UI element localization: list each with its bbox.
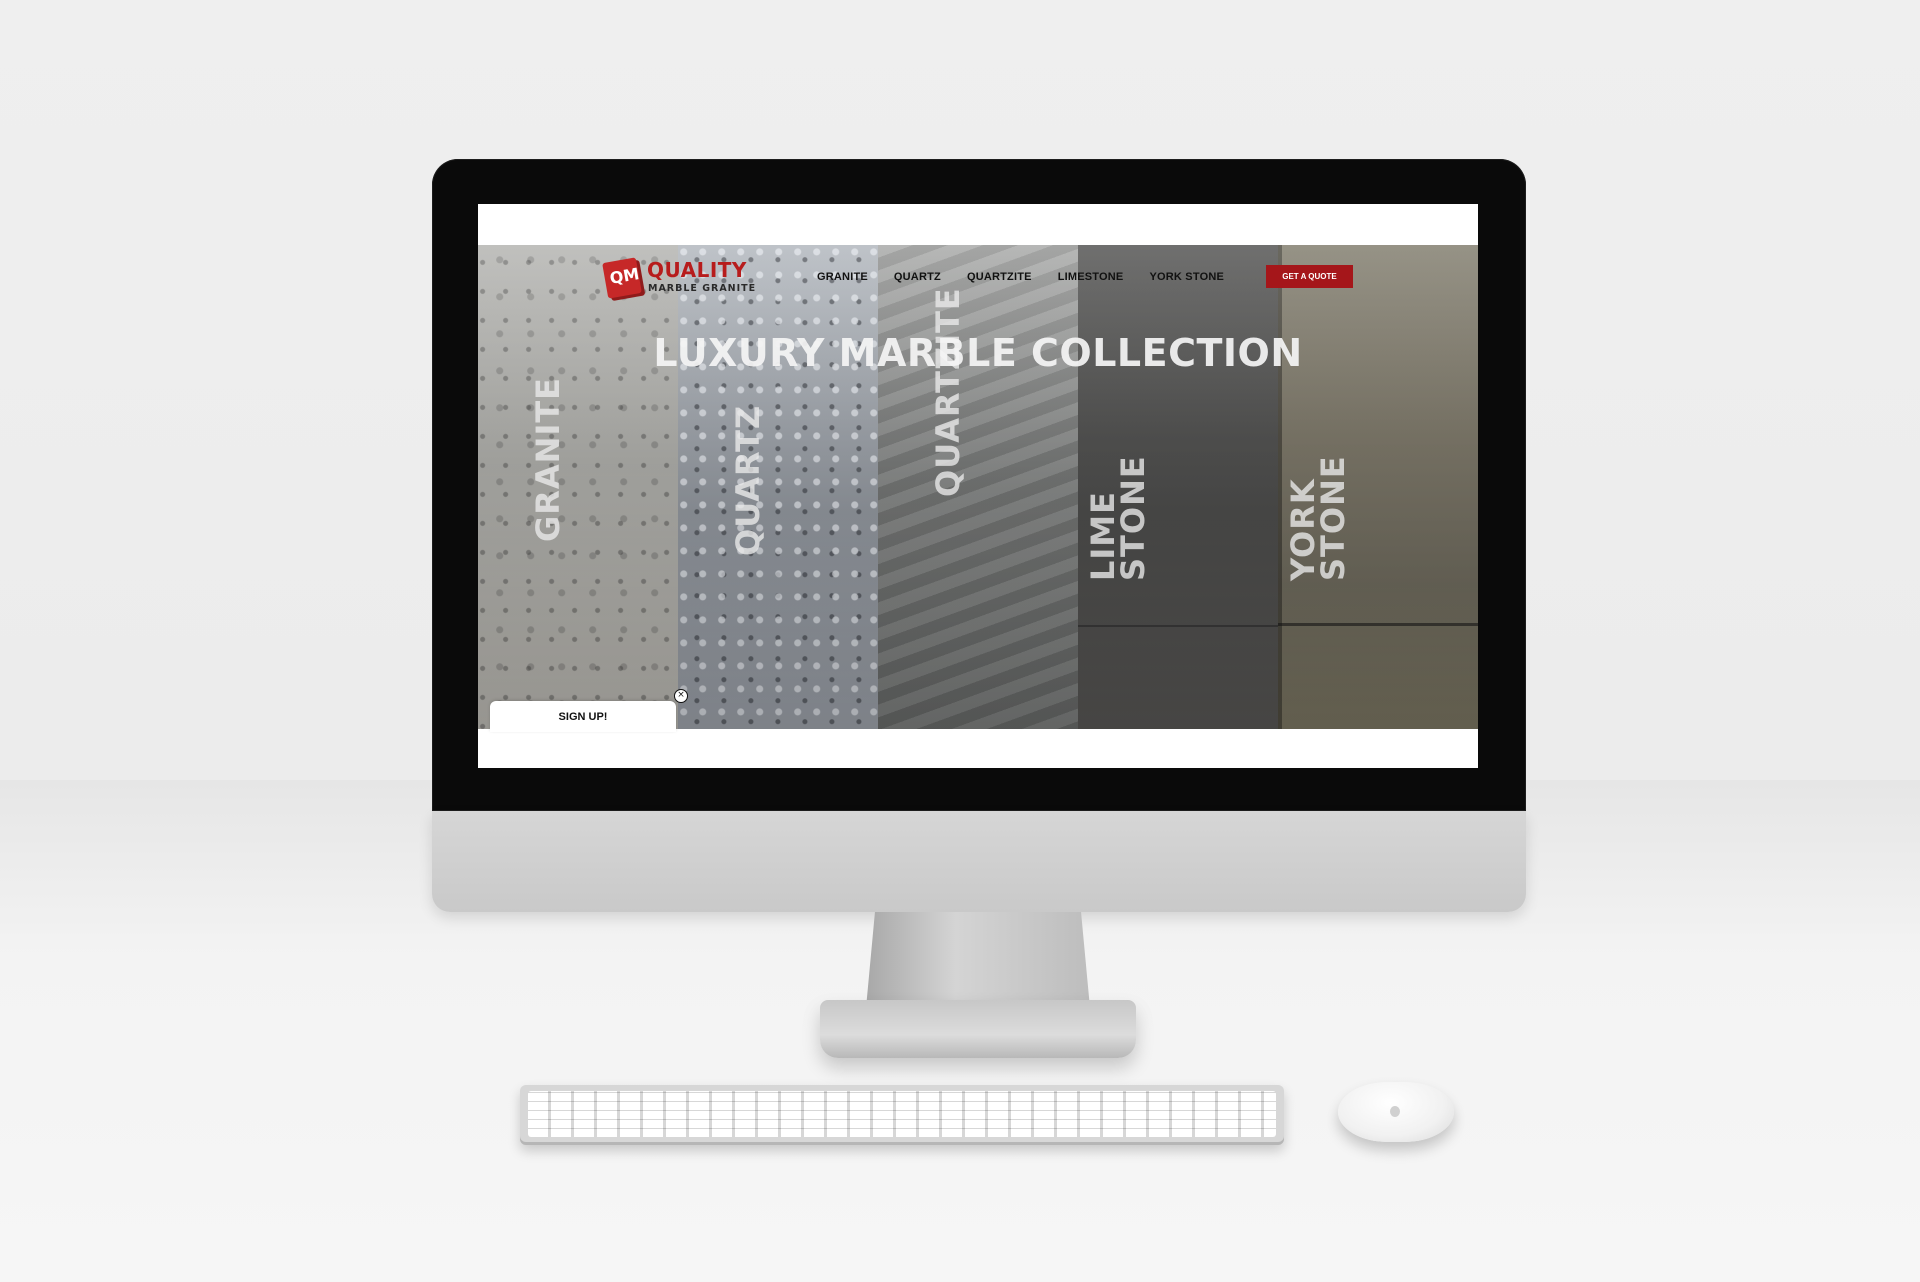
monitor-stand-base [820,1000,1136,1058]
get-a-quote-button[interactable]: GET A QUOTE [1266,265,1353,288]
stone-panels: GRANITE QUARTZ QUARTZITE LIME STONE YORK… [478,245,1478,729]
signup-widget[interactable]: SIGN UP! [490,701,676,732]
panel-label-granite: GRANITE [529,376,567,542]
panel-label-limestone: LIME STONE [1084,455,1152,582]
panel-limestone[interactable]: LIME STONE [1078,245,1278,729]
close-icon[interactable]: × [674,689,688,703]
signup-label: SIGN UP! [558,710,608,723]
nav-limestone[interactable]: LIMESTONE [1058,271,1124,283]
logo-mark-text: QM [608,264,641,288]
keyboard [520,1085,1284,1145]
nav-quartz[interactable]: QUARTZ [894,271,941,283]
panel-label-quartz: QUARTZ [729,404,767,556]
monitor-stand-neck [866,912,1090,1008]
panel-york-stone[interactable]: YORK STONE [1278,245,1478,729]
nav-york-stone[interactable]: YORK STONE [1149,271,1224,283]
nav-quartzite[interactable]: QUARTZITE [967,271,1032,283]
panel-label-quartzite: QUARTZITE [929,287,967,498]
monitor-bezel: GRANITE QUARTZ QUARTZITE LIME STONE YORK… [432,159,1526,811]
mouse [1338,1082,1454,1142]
qm-logo-icon: QM [602,257,642,299]
panel-shade [678,245,878,729]
site-logo[interactable]: QM QUALITY MARBLE GRANITE [602,257,765,300]
hero-title: LUXURY MARBLE COLLECTION [653,331,1303,375]
panel-quartzite[interactable]: QUARTZITE [878,245,1078,729]
nav-granite[interactable]: GRANITE [817,271,868,283]
panel-granite[interactable]: GRANITE [478,245,678,729]
apple-logo-icon [1390,1106,1400,1117]
imac-monitor: GRANITE QUARTZ QUARTZITE LIME STONE YORK… [432,159,1526,912]
main-nav: GRANITE QUARTZ QUARTZITE LIMESTONE YORK … [817,271,1224,283]
keyboard-keys [528,1091,1276,1137]
panel-shade [878,245,1078,729]
logo-subtitle: MARBLE GRANITE [648,283,757,294]
monitor-screen: GRANITE QUARTZ QUARTZITE LIME STONE YORK… [478,204,1478,768]
website-hero: GRANITE QUARTZ QUARTZITE LIME STONE YORK… [478,245,1478,729]
panel-shade [478,245,678,729]
panel-quartz[interactable]: QUARTZ [678,245,878,729]
monitor-chin [432,811,1526,912]
panel-label-york-stone: YORK STONE [1284,455,1352,582]
logo-title: QUALITY [647,258,747,282]
